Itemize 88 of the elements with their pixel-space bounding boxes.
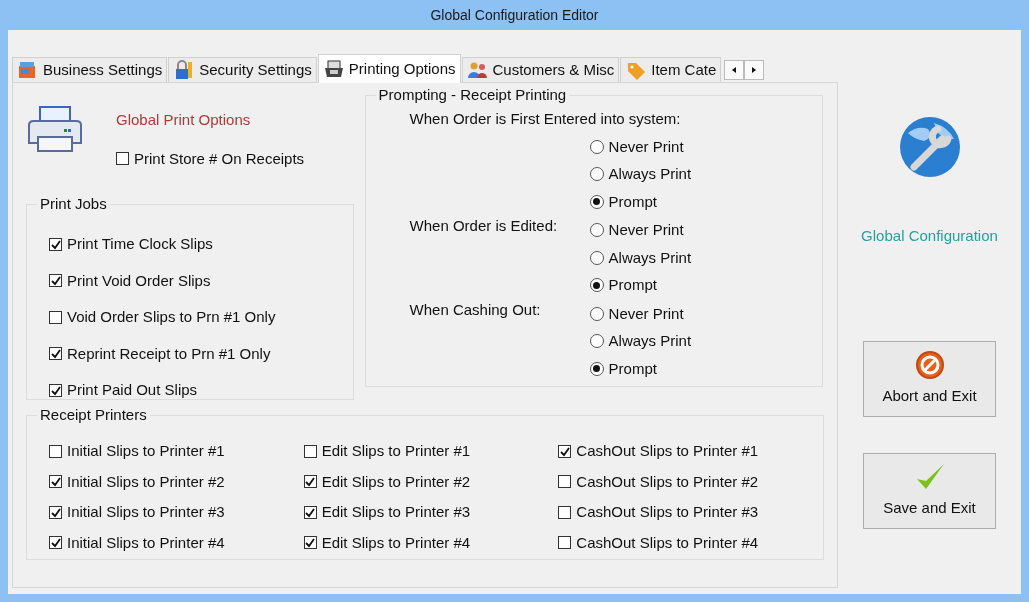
checkbox[interactable] xyxy=(49,347,62,361)
checkbox-label[interactable]: Edit Slips to Printer #3 xyxy=(321,501,471,524)
checkbox-label[interactable]: CashOut Slips to Printer #1 xyxy=(576,440,759,463)
checkbox-label[interactable]: Initial Slips to Printer #1 xyxy=(67,440,225,463)
radio-button[interactable] xyxy=(589,334,604,349)
caption: Global Configuration xyxy=(861,226,998,246)
checkbox[interactable] xyxy=(49,536,62,550)
radio-button[interactable] xyxy=(589,306,604,321)
radio-label[interactable]: Always Print xyxy=(608,163,692,186)
group-title: Print Jobs xyxy=(39,195,108,213)
checkbox-label[interactable]: CashOut Slips to Printer #4 xyxy=(576,531,759,554)
radio-button[interactable] xyxy=(589,194,604,209)
printer-icon xyxy=(26,105,84,155)
checkbox-label[interactable]: Edit Slips to Printer #4 xyxy=(321,531,471,554)
tick-icon xyxy=(49,537,62,549)
tick-icon xyxy=(558,445,571,457)
group-title: Prompting - Receipt Printing xyxy=(377,86,568,104)
checkbox-label[interactable]: Initial Slips to Printer #3 xyxy=(67,501,225,524)
checkbox[interactable] xyxy=(49,475,62,489)
tab[interactable]: Item Cate xyxy=(620,57,722,82)
checkbox[interactable] xyxy=(558,536,572,550)
checkbox-label[interactable]: CashOut Slips to Printer #2 xyxy=(576,470,759,493)
radio-button[interactable] xyxy=(589,278,604,293)
radio-button[interactable] xyxy=(589,250,604,265)
checkbox[interactable] xyxy=(558,505,572,519)
tick-icon xyxy=(304,537,317,549)
tick-icon xyxy=(49,348,62,360)
checkbox-label[interactable]: Edit Slips to Printer #1 xyxy=(321,440,471,463)
checkbox-label[interactable]: Print Time Clock Slips xyxy=(67,233,213,256)
radio-button[interactable] xyxy=(589,361,604,376)
checkbox[interactable] xyxy=(49,310,62,324)
tab[interactable]: Printing Options xyxy=(317,54,461,83)
checkbox[interactable] xyxy=(303,475,317,489)
printer-icon xyxy=(322,58,344,80)
prompt-label: When Order is First Entered into system: xyxy=(409,109,682,129)
radio-label[interactable]: Always Print xyxy=(608,330,692,353)
checkbox-label[interactable]: Initial Slips to Printer #2 xyxy=(67,470,225,493)
exit-button[interactable]: Abort and Exit xyxy=(863,340,996,417)
tick-icon xyxy=(49,506,62,518)
checkbox-label[interactable]: Print Store # On Receipts xyxy=(134,147,305,170)
no-entry-icon xyxy=(913,349,946,382)
tab-scroll-right-button[interactable] xyxy=(744,60,765,80)
checkbox[interactable] xyxy=(49,444,62,458)
radio-label[interactable]: Never Print xyxy=(608,219,684,242)
checkbox-label[interactable]: Print Paid Out Slips xyxy=(67,379,198,402)
checkbox[interactable] xyxy=(303,505,317,519)
tick-icon xyxy=(304,476,317,488)
checkbox-label[interactable]: Void Order Slips to Prn #1 Only xyxy=(67,306,276,329)
tick-icon xyxy=(49,384,62,396)
exit-button[interactable]: Save and Exit xyxy=(863,452,996,529)
section-heading: Global Print Options xyxy=(116,110,252,130)
checkbox[interactable] xyxy=(49,505,62,519)
tab[interactable]: Business Settings xyxy=(12,57,168,82)
radio-button[interactable] xyxy=(589,167,604,182)
tab[interactable]: Customers & Misc xyxy=(461,57,620,82)
tick-icon xyxy=(49,238,62,250)
checkbox-label[interactable]: CashOut Slips to Printer #3 xyxy=(576,501,759,524)
radio-button[interactable] xyxy=(589,223,604,238)
padlock-icon xyxy=(173,59,195,81)
group-title: Receipt Printers xyxy=(39,406,148,424)
radio-label[interactable]: Always Print xyxy=(608,246,692,269)
radio-label[interactable]: Never Print xyxy=(608,135,684,158)
checkbox[interactable] xyxy=(49,383,62,397)
radio-label[interactable]: Prompt xyxy=(608,274,657,297)
checkbox[interactable] xyxy=(558,475,572,489)
checkbox-label[interactable]: Edit Slips to Printer #2 xyxy=(321,470,471,493)
checkbox-label[interactable]: Reprint Receipt to Prn #1 Only xyxy=(67,342,271,365)
checkbox[interactable] xyxy=(303,536,317,550)
checkbox[interactable] xyxy=(49,237,62,251)
prompt-label: When Order is Edited: xyxy=(409,216,559,236)
checkbox-label[interactable]: Print Void Order Slips xyxy=(67,269,211,292)
tick-icon xyxy=(49,275,62,287)
radio-label[interactable]: Prompt xyxy=(608,190,657,213)
tick-icon xyxy=(304,506,317,518)
radio-button[interactable] xyxy=(589,139,604,154)
prompt-label: When Cashing Out: xyxy=(409,299,542,320)
tab-scroll-left-button[interactable] xyxy=(724,60,745,80)
tab[interactable]: Security Settings xyxy=(168,57,317,82)
tick-icon xyxy=(49,476,62,488)
checkbox[interactable] xyxy=(303,444,317,458)
radio-label[interactable]: Prompt xyxy=(608,357,657,380)
window-title: Global Configuration Editor xyxy=(429,6,600,25)
checkbox[interactable] xyxy=(49,274,62,288)
checkbox[interactable] xyxy=(116,152,129,166)
checkbox[interactable] xyxy=(558,444,572,458)
boxes-icon xyxy=(17,59,38,81)
radio-label[interactable]: Never Print xyxy=(608,302,684,325)
checkbox-label[interactable]: Initial Slips to Printer #4 xyxy=(67,531,225,554)
